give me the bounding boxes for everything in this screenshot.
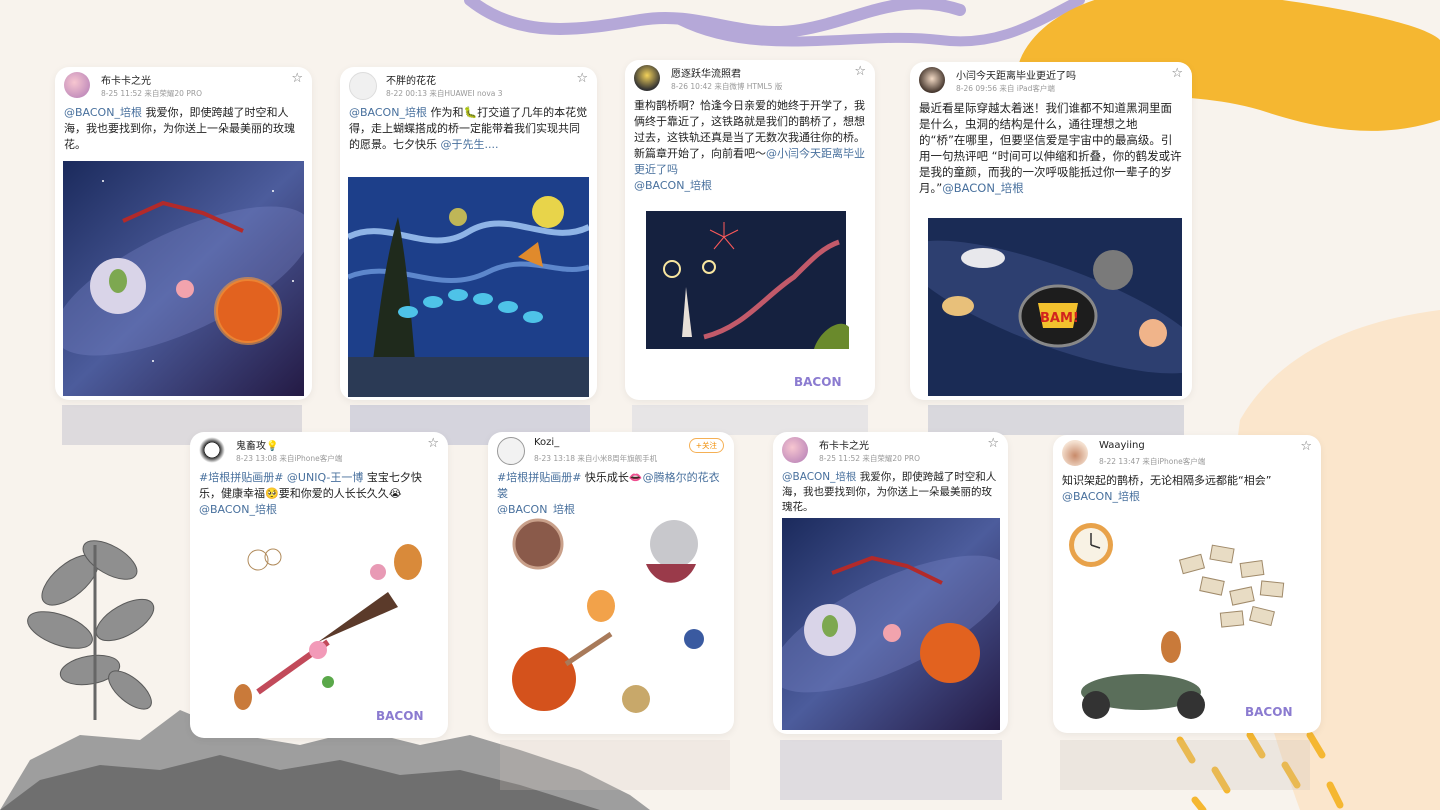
user-name[interactable]: Kozi_ [534, 437, 559, 448]
post-image[interactable] [782, 518, 1000, 730]
mention-link[interactable]: @BACON_培根 [64, 106, 142, 119]
star-icon[interactable]: ☆ [427, 436, 439, 451]
post-image[interactable]: BAM! [928, 218, 1182, 396]
post-meta: 8-26 10:42 来自微博 HTML5 版 [671, 82, 783, 91]
user-name[interactable]: 小闫今天距离毕业更近了吗 [956, 67, 1076, 82]
mention-link[interactable]: @BACON_培根 [349, 106, 427, 119]
post-text: #培根拼贴画册# @UNIQ-王一博 宝宝七夕快乐，健康幸福🥺要和你爱的人长长久… [199, 471, 422, 516]
post-image[interactable] [496, 514, 726, 724]
post-meta: 8-25 11:52 来自荣耀20 PRO [101, 89, 202, 98]
post-meta: 8-25 11:52 来自荣耀20 PRO [819, 454, 920, 463]
star-icon[interactable]: ☆ [291, 71, 303, 86]
post-text: @BACON_培根 我爱你，即使跨越了时空和人海，我也要找到你，为你送上一朵最美… [782, 471, 997, 513]
post-image[interactable]: BACON [634, 197, 866, 393]
follow-button[interactable]: +关注 [688, 438, 724, 453]
post-image[interactable] [63, 161, 304, 396]
user-avatar[interactable] [349, 72, 377, 100]
user-name[interactable]: 布卡卡之光 [101, 72, 151, 87]
post-text: @BACON_培根 作为和🐛打交道了几年的本花觉得，走上蝴蝶搭成的桥一定能带着我… [349, 106, 588, 151]
mention-link[interactable]: @UNIQ-王一博 [283, 471, 363, 484]
mention-link[interactable]: @于先生.... [441, 138, 499, 151]
mention-link[interactable]: @BACON_培根 [782, 471, 856, 483]
post-text: @BACON_培根 我爱你，即使跨越了时空和人海，我也要找到你，为你送上一朵最美… [64, 106, 295, 151]
user-avatar[interactable] [199, 437, 225, 463]
weibo-post-card[interactable]: 小闫今天距离毕业更近了吗 8-26 09:56 来自 iPad客户端 ☆ 最近看… [910, 62, 1192, 400]
bam-text: BAM! [1040, 311, 1079, 326]
star-icon[interactable]: ☆ [854, 64, 866, 79]
user-name[interactable]: 不胖的花花 [386, 72, 436, 87]
weibo-post-card[interactable]: 布卡卡之光 8-25 11:52 来自荣耀20 PRO ☆ @BACON_培根 … [773, 432, 1008, 734]
star-icon[interactable]: ☆ [987, 436, 999, 451]
post-text: 最近看星际穿越太着迷！我们谁都不知道黑洞里面是什么，虫洞的结构是什么，通往理想之… [919, 101, 1182, 195]
star-icon[interactable]: ☆ [1300, 439, 1312, 454]
user-avatar[interactable] [919, 67, 945, 93]
user-avatar[interactable] [634, 65, 660, 91]
user-name[interactable]: 布卡卡之光 [819, 437, 869, 452]
mention-link[interactable]: @BACON_培根 [634, 179, 712, 192]
bacon-logo: BACON [1245, 705, 1292, 719]
weibo-post-card[interactable]: Kozi_ 8-23 13:18 来自小米8周年旗舰手机 +关注 #培根拼贴画册… [488, 432, 734, 734]
post-image[interactable]: BACON [198, 532, 440, 732]
post-meta: 8-23 13:18 来自小米8周年旗舰手机 [534, 454, 658, 463]
post-text: 重构鹊桥啊？恰逢今日亲爱的她终于开学了，我俩终于靠近了，这铁路就是我们的鹊桥了，… [634, 99, 865, 192]
weibo-post-card[interactable]: 布卡卡之光 8-25 11:52 来自荣耀20 PRO ☆ @BACON_培根 … [55, 67, 312, 400]
post-meta: 8-23 13:08 来自iPhone客户端 [236, 454, 343, 463]
post-meta: 8-26 09:56 来自 iPad客户端 [956, 84, 1055, 93]
weibo-post-card[interactable]: 愿逐跃华流照君 8-26 10:42 来自微博 HTML5 版 ☆ 重构鹊桥啊？… [625, 60, 875, 400]
weibo-post-card[interactable]: Waayiing 8-22 13:47 来自iPhone客户端 ☆ 知识架起的鹊… [1053, 435, 1321, 733]
user-name[interactable]: 鬼畜攻💡 [236, 437, 278, 452]
post-meta: 8-22 00:13 来自HUAWEI nova 3 [386, 89, 503, 98]
user-avatar[interactable] [782, 437, 808, 463]
weibo-post-card[interactable]: 不胖的花花 8-22 00:13 来自HUAWEI nova 3 ☆ @BACO… [340, 67, 597, 400]
user-name[interactable]: 愿逐跃华流照君 [671, 65, 741, 80]
user-avatar[interactable] [64, 72, 90, 98]
mention-link[interactable]: @BACON_培根 [942, 181, 1024, 195]
star-icon[interactable]: ☆ [576, 71, 588, 86]
bacon-logo: BACON [794, 375, 841, 389]
post-meta: 8-22 13:47 来自iPhone客户端 [1099, 457, 1206, 466]
post-image[interactable] [348, 177, 589, 397]
user-name[interactable]: Waayiing [1099, 440, 1145, 451]
weibo-post-card[interactable]: 鬼畜攻💡 8-23 13:08 来自iPhone客户端 ☆ #培根拼贴画册# @… [190, 432, 448, 738]
bacon-logo: BACON [376, 709, 423, 723]
star-icon[interactable]: ☆ [1171, 66, 1183, 81]
post-text: #培根拼贴画册# 快乐成长👄@腾格尔的花衣裳 @BACON_培根 [497, 471, 720, 516]
hashtag-link[interactable]: #培根拼贴画册# [199, 471, 283, 484]
hashtag-link[interactable]: #培根拼贴画册# [497, 471, 581, 484]
user-avatar[interactable] [497, 437, 525, 465]
post-text: 知识架起的鹊桥，无论相隔多远都能“相会” @BACON_培根 [1062, 474, 1272, 503]
mention-link[interactable]: @BACON_培根 [1062, 490, 1140, 503]
post-image[interactable]: BACON [1061, 517, 1313, 727]
mention-link[interactable]: @BACON_培根 [199, 503, 277, 516]
user-avatar[interactable] [1062, 440, 1088, 466]
